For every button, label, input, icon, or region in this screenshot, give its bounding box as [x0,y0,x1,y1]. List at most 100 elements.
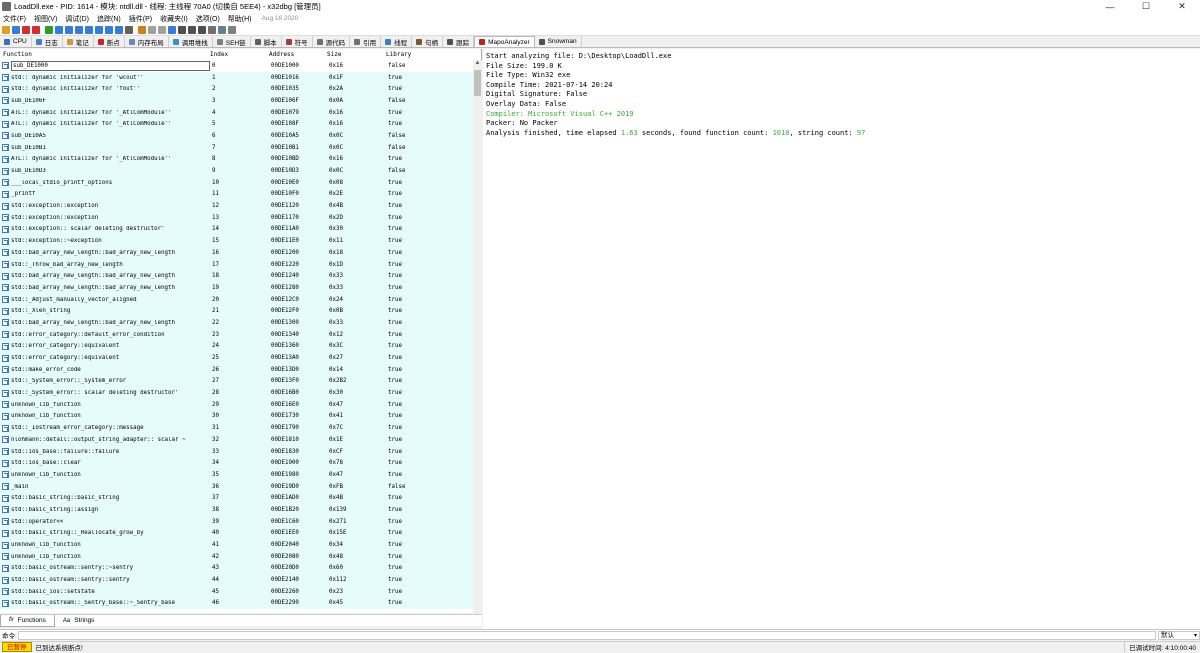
table-row[interactable]: unknown_lib_function 41 00DE2040 0x34 true [0,539,473,551]
font-icon[interactable] [198,25,206,34]
menu-favourites[interactable]: 收藏夹(I) [160,14,188,24]
table-row[interactable]: std::error_category::default_error_condi… [0,328,473,341]
table-row[interactable]: nlohmann::detail::output_string_adapter:… [0,434,473,446]
table-row[interactable]: std::basic_string::assign 38 00DE1B20 0x139… [0,504,473,516]
menu-view[interactable]: 视图(V) [34,14,57,24]
trace-into-icon[interactable] [105,25,113,34]
table-row[interactable]: std::basic_ostream::_Sentry_base::~_Sent… [0,597,473,610]
table-row[interactable]: sub_DE106F 3 00DE106F 0x0A false [0,95,473,107]
table-row[interactable]: std::exception::exception 13 00DE1170 0x2D t… [0,211,473,224]
table-row[interactable]: unknown_lib_function 29 00DE16E0 0x47 true [0,398,473,411]
table-row[interactable]: _printf 11 00DE10F0 0x2E true [0,188,473,201]
tab-mapoanalyzer[interactable]: MapoAnalyzer [474,36,535,47]
tab-threads[interactable]: 线程 [381,36,413,47]
column-header-library[interactable]: Library [384,51,464,58]
column-header-size[interactable]: Size [325,51,384,58]
table-row[interactable]: sub_DE1000 0 00DE1000 0x16 false [0,60,473,72]
table-row[interactable]: std::`dynamic initializer for 'fout'' 2 00… [0,83,473,96]
animate-icon[interactable] [125,25,133,34]
scroll-up-icon[interactable]: ▲ [473,60,482,69]
table-row[interactable]: std::operator<< 39 00DE1C60 0x271 true [0,515,473,528]
menu-file[interactable]: 文件(F) [3,14,26,24]
tab-script[interactable]: 脚本 [251,36,282,47]
table-row[interactable]: sub_DE10A5 6 00DE10A5 0x0C false [0,130,473,142]
table-row[interactable]: std::basic_ostream::sentry::~sentry 43 00D… [0,562,473,575]
pause-icon[interactable] [55,25,63,34]
table-row[interactable]: std::_System_error::_System_error 27 00DE1… [0,375,473,388]
strings-icon[interactable] [218,25,226,34]
tab-strings[interactable]: Aa Strings [55,615,103,627]
table-row[interactable]: unknown_lib_function 42 00DE2080 0x48 true [0,550,473,563]
vertical-scrollbar[interactable]: ▲ [473,60,482,613]
table-row[interactable]: std::_Iostream_error_category::message 31… [0,422,473,434]
tab-trace[interactable]: 跟踪 [443,36,475,47]
function-icon[interactable] [178,25,186,34]
table-row[interactable]: std::`dynamic initializer for 'wcout'' 1 0… [0,71,473,84]
maximize-button[interactable]: ☐ [1128,0,1164,13]
bookmark-icon[interactable] [168,25,176,34]
calc-icon[interactable] [208,25,216,34]
tab-log[interactable]: 日志 [32,36,63,47]
table-row[interactable]: std::bad_array_new_length::bad_array_new… [0,282,473,294]
tab-handles[interactable]: 句柄 [412,36,444,47]
variable-icon[interactable] [188,25,196,34]
command-input[interactable] [18,630,1156,640]
tab-memory-map[interactable]: 内存布局 [125,36,169,47]
menu-options[interactable]: 选项(O) [196,14,220,24]
patch-icon[interactable] [138,25,146,34]
open-icon[interactable] [2,25,10,34]
table-row[interactable]: ATL::`dynamic initializer for '_AtlComMo… [0,118,473,131]
label-icon[interactable] [158,25,166,34]
table-row[interactable]: std::make_error_code 26 00DE13D0 0x14 true [0,363,473,376]
table-row[interactable]: std::ios_base::clear 34 00DE1900 0x78 true [0,457,473,470]
table-row[interactable]: ___local_stdio_printf_options 10 00DE10E0 0… [0,176,473,189]
step-into-icon[interactable] [65,25,73,34]
close-button[interactable]: ✕ [1164,0,1200,13]
table-row[interactable]: std::exception::~exception 15 00DE11E0 0x11… [0,235,473,247]
table-row[interactable]: std::_Xlen_string 21 00DE12F0 0x0B true [0,305,473,318]
restart-icon[interactable] [12,25,20,34]
table-row[interactable]: sub_DE10B1 7 00DE10B1 0x0C false [0,141,473,154]
table-row[interactable]: std::bad_array_new_length::bad_array_new… [0,247,473,259]
table-row[interactable]: sub_DE10D3 9 00DE10D3 0x0C false [0,165,473,177]
table-row[interactable]: ATL::`dynamic initializer for '_AtlComMo… [0,106,473,119]
stop-icon[interactable] [32,25,40,34]
table-row[interactable]: unknown_lib_function 35 00DE1980 0x47 true [0,469,473,481]
minimize-button[interactable]: — [1092,0,1128,13]
table-row[interactable]: std::_Throw_bad_array_new_length 17 00DE12… [0,258,473,271]
trace-over-icon[interactable] [115,25,123,34]
table-row[interactable]: std::exception::exception 12 00DE1120 0x4B t… [0,200,473,212]
close-icon[interactable] [22,25,30,34]
menu-plugins[interactable]: 插件(P) [129,14,152,24]
settings-icon[interactable] [228,25,236,34]
tab-seh[interactable]: SEH链 [213,36,251,47]
menu-debug[interactable]: 调试(D) [65,14,89,24]
tab-symbols[interactable]: 符号 [282,36,313,47]
table-row[interactable]: std::basic_string::_Reallocate_grow_by 40… [0,527,473,540]
table-row[interactable]: std::bad_array_new_length::bad_array_new… [0,270,473,283]
table-row[interactable]: ATL::`dynamic initializer for '_AtlComMo… [0,153,473,166]
run-to-user-icon[interactable] [95,25,103,34]
tab-source[interactable]: 源代码 [313,36,351,47]
table-row[interactable]: std::error_category::equivalent 24 00DE136… [0,340,473,353]
table-row[interactable]: std::ios_base::failure::failure 33 00DE183… [0,445,473,458]
tab-references[interactable]: 引用 [350,36,382,47]
comment-icon[interactable] [148,25,156,34]
run-icon[interactable] [45,25,53,34]
table-row[interactable]: std::basic_string::basic_string 37 00DE1AD… [0,492,473,505]
step-over-icon[interactable] [75,25,83,34]
table-row[interactable]: std::_System_error::`scalar deleting des… [0,387,473,399]
table-row[interactable]: _main 36 00DE19D0 0xFB false [0,480,473,493]
tab-snowman[interactable]: Snowman [535,36,582,47]
table-row[interactable]: unknown_lib_function 30 00DE1730 0x41 true [0,410,473,423]
menu-help[interactable]: 帮助(H) [228,14,252,24]
step-out-icon[interactable] [85,25,93,34]
table-row[interactable]: std::bad_array_new_length::bad_array_new… [0,317,473,329]
column-header-index[interactable]: Index [208,51,267,58]
table-row[interactable]: std::basic_ios::setstate 45 00DE2260 0x23 tr… [0,585,473,598]
table-row[interactable]: std::exception::`scalar deleting destruc… [0,223,473,236]
menu-trace[interactable]: 追踪(N) [97,14,121,24]
table-row[interactable]: std::basic_ostream::sentry::sentry 44 00DE… [0,574,473,586]
command-mode-dropdown[interactable]: 默认 [1158,630,1200,640]
tab-notes[interactable]: 笔记 [63,36,94,47]
